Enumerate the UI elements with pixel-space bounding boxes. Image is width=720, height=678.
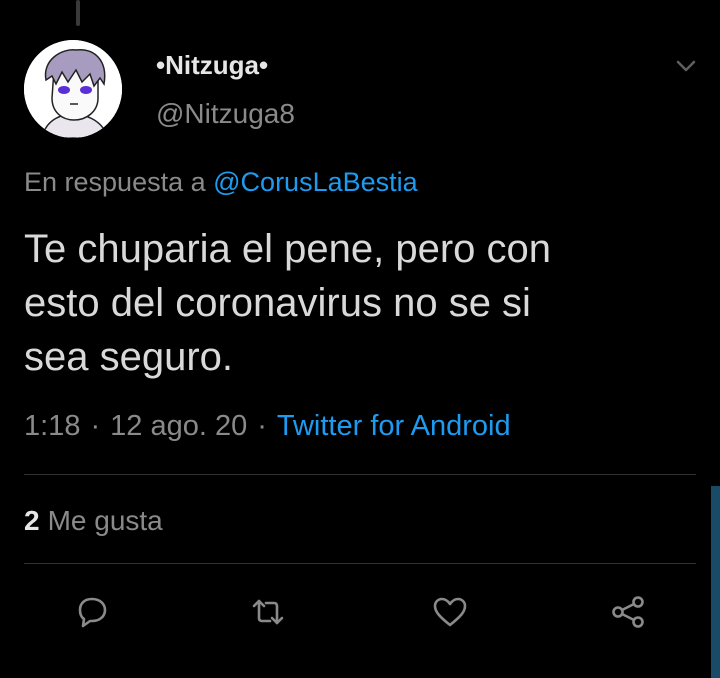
avatar[interactable] xyxy=(24,40,122,138)
display-name[interactable]: •Nitzuga• xyxy=(156,50,268,81)
thread-connector-line xyxy=(76,0,80,26)
separator-dot: · xyxy=(90,410,101,442)
heart-icon[interactable] xyxy=(430,592,470,632)
tweet-metadata: 1:18 · 12 ago. 20 · Twitter for Android xyxy=(24,410,511,443)
reply-mention-link[interactable]: @CorusLaBestia xyxy=(213,167,418,197)
likes-count: 2 xyxy=(24,505,40,536)
reply-prefix: En respuesta a xyxy=(24,167,206,197)
retweet-icon[interactable] xyxy=(248,592,288,632)
divider xyxy=(24,474,696,475)
user-handle[interactable]: @Nitzuga8 xyxy=(156,98,295,130)
tweet-date[interactable]: 12 ago. 20 xyxy=(110,410,247,442)
share-icon[interactable] xyxy=(608,592,648,632)
tweet-time[interactable]: 1:18 xyxy=(24,410,80,442)
likes-label: Me gusta xyxy=(47,505,163,536)
avatar-illustration xyxy=(24,40,122,138)
chevron-down-icon[interactable] xyxy=(672,52,700,80)
tweet-source-link[interactable]: Twitter for Android xyxy=(277,410,511,442)
likes-stat[interactable]: 2 Me gusta xyxy=(24,505,163,537)
tweet-text: Te chuparia el pene, pero con esto del c… xyxy=(24,227,552,379)
reply-context: En respuesta a @CorusLaBestia xyxy=(24,167,418,198)
reply-icon[interactable] xyxy=(72,592,112,632)
separator-dot: · xyxy=(257,410,267,442)
divider xyxy=(24,563,696,564)
scrollbar[interactable] xyxy=(711,486,720,678)
